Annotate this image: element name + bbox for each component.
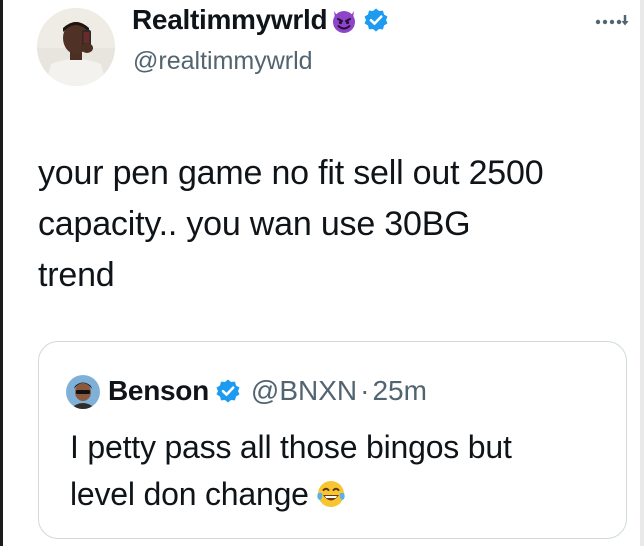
quoted-tweet-card[interactable]: Benson @BNXN · 25m I petty pass all thos… [38,341,627,539]
author-display-name[interactable]: Realtimmywrld [132,3,328,37]
quoted-author-name[interactable]: Benson [108,375,209,407]
author-avatar[interactable] [37,8,115,86]
quoted-tweet-text: I petty pass all those bingos but level … [70,424,620,518]
verified-badge-icon [215,378,241,404]
quoted-author-handle[interactable]: @BNXN [251,375,357,407]
left-border [0,0,3,546]
separator-dot: · [360,375,370,406]
author-name-row: Realtimmywrld [132,3,389,37]
tweet-text: your pen game no fit sell out 2500 capac… [38,154,544,294]
quoted-author-row: Benson @BNXN · 25m [108,371,427,411]
author-handle[interactable]: @realtimmywrld [133,46,313,76]
right-border [640,0,644,546]
smiling-devil-emoji-icon [329,5,359,35]
quoted-timestamp[interactable]: 25m [372,375,426,407]
quoted-author-avatar[interactable] [66,375,100,409]
more-dots-icon [595,15,629,26]
more-options-button[interactable] [594,9,630,33]
quoted-tweet-text-content: I petty pass all those bingos but level … [70,429,512,512]
tears-of-joy-emoji-icon [315,476,347,508]
verified-badge-icon [363,7,389,33]
